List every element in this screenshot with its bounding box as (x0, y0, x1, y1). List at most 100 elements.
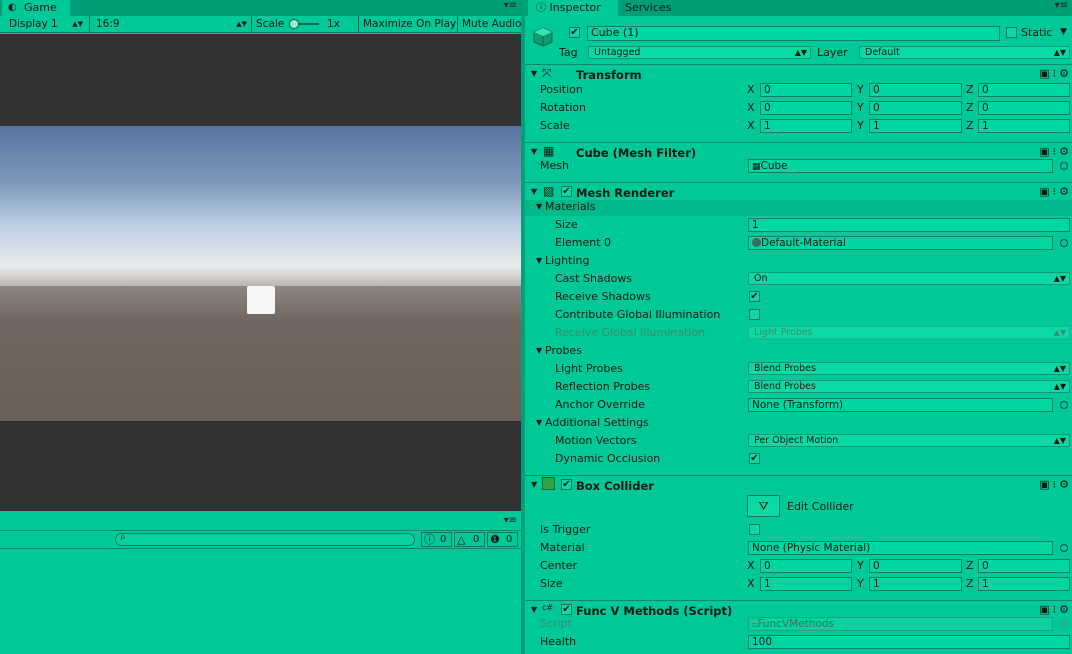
position-y-input[interactable]: 0 (869, 83, 962, 97)
collider-size-y-input[interactable]: 1 (869, 577, 962, 591)
scale-x-input[interactable]: 1 (760, 119, 852, 133)
axis-y-label: Y (857, 101, 864, 114)
tab-services[interactable]: Services (617, 0, 687, 16)
maximize-on-play-button[interactable]: Maximize On Play (363, 17, 456, 31)
mesh-renderer-header[interactable]: ▼ ▧ ✔ Mesh Renderer ▣⁝⚙ (525, 182, 1072, 202)
info-toggle[interactable]: ❶ 0 (487, 532, 518, 547)
object-picker-icon[interactable] (1060, 401, 1068, 409)
panel-splitter[interactable] (521, 0, 525, 654)
game-toolbar: Display 1 ▲▼ 16:9 ▲▼ Scale 1x Maximize O… (0, 16, 521, 33)
search-icon: ⌕ (120, 532, 126, 543)
game-tab-strip: ◐ Game ▾≡ (0, 0, 521, 16)
is-trigger-label: Is Trigger (540, 523, 591, 536)
aspect-dropdown[interactable]: 16:9 ▲▼ (92, 17, 249, 31)
axis-y-label: Y (857, 559, 864, 572)
dynamic-occlusion-checkbox[interactable]: ✔ (749, 453, 760, 464)
probes-label[interactable]: Probes (545, 344, 582, 358)
static-checkbox[interactable] (1006, 27, 1017, 38)
component-header-icons[interactable]: ▣⁝⚙ (1039, 478, 1072, 491)
object-picker-icon[interactable] (1060, 239, 1068, 247)
rotation-x-input[interactable]: 0 (760, 101, 852, 115)
reflection-probes-dropdown[interactable]: Blend Probes ▲▼ (748, 380, 1070, 393)
rotation-label: Rotation (540, 101, 587, 114)
console-menu-icon[interactable]: ▾≡ (504, 515, 517, 526)
health-input[interactable]: 100 (748, 635, 1070, 649)
materials-size-input[interactable]: 1 (748, 218, 1070, 232)
script-enabled-checkbox[interactable]: ✔ (561, 604, 572, 615)
mesh-filter-title: Cube (Mesh Filter) (576, 146, 697, 160)
mute-audio-button[interactable]: Mute Audio (462, 17, 521, 31)
cast-shadows-dropdown[interactable]: On ▲▼ (748, 272, 1070, 285)
position-x-input[interactable]: 0 (760, 83, 852, 97)
rotation-z-input[interactable]: 0 (978, 101, 1070, 115)
axis-x-label: X (747, 559, 755, 572)
cube-object (247, 286, 275, 314)
collider-center-y-input[interactable]: 0 (869, 559, 962, 573)
static-dropdown-arrow-icon[interactable]: ▼ (1060, 27, 1067, 37)
inspector-menu-icon[interactable]: ▾≡ (1055, 0, 1068, 11)
object-name-input[interactable]: Cube (1) (587, 26, 1000, 41)
layer-dropdown[interactable]: Default ▲▼ (859, 46, 1070, 59)
motion-vectors-dropdown[interactable]: Per Object Motion ▲▼ (748, 434, 1070, 447)
collider-center-z-input[interactable]: 0 (978, 559, 1070, 573)
materials-label[interactable]: Materials (545, 200, 595, 214)
fold-arrow-icon[interactable]: ▼ (531, 67, 537, 81)
mesh-object-field[interactable]: ▦Cube (748, 159, 1053, 173)
collider-center-x-input[interactable]: 0 (760, 559, 852, 573)
receive-shadows-checkbox[interactable]: ✔ (749, 291, 760, 302)
receive-shadows-label: Receive Shadows (555, 290, 651, 303)
collider-material-field[interactable]: None (Physic Material) (748, 541, 1053, 555)
tab-game[interactable]: ◐ Game (2, 0, 70, 16)
component-header-icons[interactable]: ▣⁝⚙ (1039, 145, 1072, 158)
console-search-input[interactable]: ⌕ (115, 532, 415, 546)
fold-arrow-icon[interactable]: ▼ (531, 478, 537, 492)
lighting-label[interactable]: Lighting (545, 254, 589, 268)
fold-arrow-icon[interactable]: ▼ (536, 416, 542, 430)
is-trigger-checkbox[interactable] (749, 524, 760, 535)
active-checkbox[interactable]: ✔ (569, 27, 580, 38)
light-probes-dropdown[interactable]: Blend Probes ▲▼ (748, 362, 1070, 375)
scale-z-input[interactable]: 1 (978, 119, 1070, 133)
scale-slider-thumb[interactable] (289, 19, 299, 29)
sky (0, 126, 521, 286)
collider-size-x-input[interactable]: 1 (760, 577, 852, 591)
tag-label: Tag (559, 46, 578, 59)
box-collider-title: Box Collider (576, 479, 654, 493)
additional-settings-label[interactable]: Additional Settings (545, 416, 649, 430)
anchor-override-field[interactable]: None (Transform) (748, 398, 1053, 412)
element0-object-field[interactable]: Default-Material (748, 236, 1053, 250)
error-toggle[interactable]: ⓘ 0 (421, 532, 452, 547)
game-viewport[interactable] (0, 34, 521, 511)
fold-arrow-icon[interactable]: ▼ (531, 603, 537, 617)
contribute-gi-checkbox[interactable] (749, 309, 760, 320)
tab-inspector[interactable]: ⓘ Inspector (528, 0, 618, 16)
scale-y-input[interactable]: 1 (869, 119, 962, 133)
rotation-y-input[interactable]: 0 (869, 101, 962, 115)
scale-slider[interactable] (289, 19, 321, 29)
transform-header[interactable]: ▼ ⤧ Transform ▣⁝⚙ (525, 64, 1072, 84)
fold-arrow-icon[interactable]: ▼ (531, 185, 537, 199)
fold-arrow-icon[interactable]: ▼ (536, 200, 542, 214)
component-header-icons[interactable]: ▣⁝⚙ (1039, 67, 1072, 80)
object-picker-icon[interactable] (1060, 544, 1068, 552)
object-picker-icon[interactable] (1060, 162, 1068, 170)
mesh-filter-icon: ▦ (543, 144, 555, 158)
additional-settings-group: ▼ Additional Settings (525, 416, 1072, 432)
display-dropdown[interactable]: Display 1 ▲▼ (3, 17, 87, 31)
health-label: Health (540, 635, 577, 648)
tag-dropdown[interactable]: Untagged ▲▼ (588, 46, 811, 59)
component-header-icons[interactable]: ▣⁝⚙ (1039, 603, 1072, 616)
component-header-icons[interactable]: ▣⁝⚙ (1039, 185, 1072, 198)
box-collider-header[interactable]: ▼ ✔ Box Collider ▣⁝⚙ (525, 475, 1072, 495)
console-tab-strip: ▾≡ (0, 515, 521, 531)
game-menu-icon[interactable]: ▾≡ (504, 0, 517, 11)
fold-arrow-icon[interactable]: ▼ (536, 344, 542, 358)
warning-toggle[interactable]: △ 0 (454, 532, 485, 547)
fold-arrow-icon[interactable]: ▼ (536, 254, 542, 268)
fold-arrow-icon[interactable]: ▼ (531, 145, 537, 159)
collider-size-z-input[interactable]: 1 (978, 577, 1070, 591)
position-z-input[interactable]: 0 (978, 83, 1070, 97)
box-collider-enabled-checkbox[interactable]: ✔ (561, 479, 572, 490)
mesh-renderer-enabled-checkbox[interactable]: ✔ (561, 186, 572, 197)
edit-collider-button[interactable]: ⛛ (747, 495, 780, 517)
